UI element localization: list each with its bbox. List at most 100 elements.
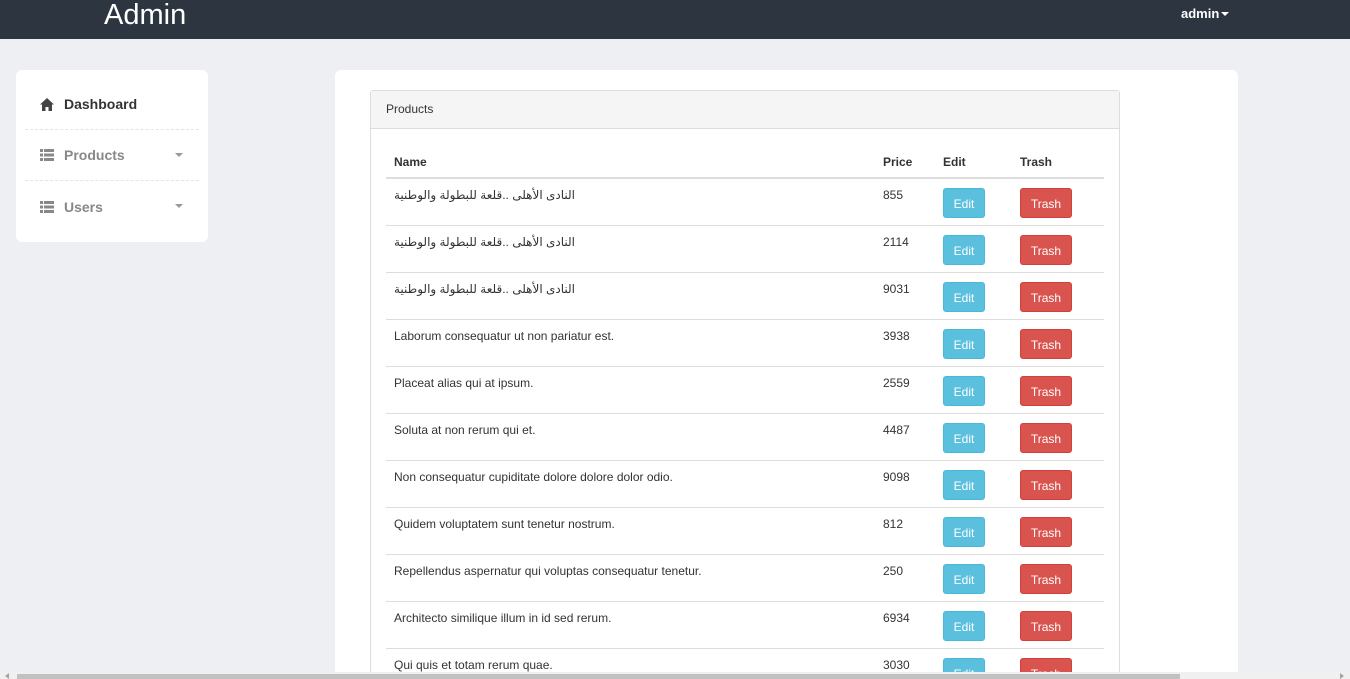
sidebar-item-label: Users: [64, 198, 103, 215]
column-header-edit: Edit: [935, 146, 1012, 179]
edit-button[interactable]: Edit: [943, 281, 985, 312]
trash-cell: Trash: [1012, 225, 1104, 273]
sidebar-item-label: Products: [64, 147, 125, 163]
product-price: 3938: [875, 319, 935, 367]
edit-button[interactable]: Edit: [943, 516, 985, 547]
chevron-down-icon: [175, 204, 183, 208]
sidebar-item-dashboard[interactable]: Dashboard: [25, 79, 199, 130]
trash-button[interactable]: Trash: [1020, 516, 1072, 547]
edit-button[interactable]: Edit: [943, 469, 985, 500]
trash-cell: Trash: [1012, 413, 1104, 461]
column-header-trash: Trash: [1012, 146, 1104, 179]
product-price: 250: [875, 554, 935, 602]
trash-cell: Trash: [1012, 554, 1104, 602]
trash-cell: Trash: [1012, 601, 1104, 649]
edit-cell: Edit: [935, 413, 1012, 461]
list-icon: [40, 148, 54, 162]
product-name: Laborum consequatur ut non pariatur est.: [386, 319, 875, 367]
scrollbar-thumb[interactable]: [17, 674, 1180, 679]
table-row: النادى الأهلى ..قلعة للبطولة والوطنية 855…: [386, 178, 1104, 226]
edit-cell: Edit: [935, 178, 1012, 226]
sidebar-item-products[interactable]: Products: [25, 130, 199, 181]
edit-button[interactable]: Edit: [943, 422, 985, 453]
trash-button[interactable]: Trash: [1020, 328, 1072, 359]
product-price: 2559: [875, 366, 935, 414]
table-row: Architecto similique illum in id sed rer…: [386, 601, 1104, 649]
column-header-name: Name: [386, 146, 875, 179]
product-name: Architecto similique illum in id sed rer…: [386, 601, 875, 649]
product-price: 812: [875, 507, 935, 555]
table-row: Quidem voluptatem sunt tenetur nostrum. 8…: [386, 507, 1104, 555]
trash-button[interactable]: Trash: [1020, 281, 1072, 312]
trash-button[interactable]: Trash: [1020, 375, 1072, 406]
panel-title: Products: [371, 91, 1119, 129]
product-price: 9031: [875, 272, 935, 320]
product-name: Quidem voluptatem sunt tenetur nostrum.: [386, 507, 875, 555]
edit-cell: Edit: [935, 460, 1012, 508]
user-menu-label: admin: [1181, 6, 1220, 21]
edit-cell: Edit: [935, 507, 1012, 555]
trash-button[interactable]: Trash: [1020, 610, 1072, 641]
edit-button[interactable]: Edit: [943, 563, 985, 594]
home-icon: [40, 97, 54, 111]
trash-button[interactable]: Trash: [1020, 469, 1072, 500]
trash-button[interactable]: Trash: [1020, 422, 1072, 453]
chevron-down-icon: [1221, 11, 1230, 16]
edit-cell: Edit: [935, 225, 1012, 273]
table-row: Placeat alias qui at ipsum. 2559 Edit Trash: [386, 366, 1104, 414]
edit-button[interactable]: Edit: [943, 188, 985, 218]
sidebar-item-users[interactable]: Users: [25, 181, 199, 232]
product-name: Non consequatur cupiditate dolore dolore…: [386, 460, 875, 508]
list-icon: [40, 200, 54, 214]
trash-cell: Trash: [1012, 507, 1104, 555]
edit-button[interactable]: Edit: [943, 234, 985, 265]
table-row: النادى الأهلى ..قلعة للبطولة والوطنية 211…: [386, 225, 1104, 273]
product-name: Repellendus aspernatur qui voluptas cons…: [386, 554, 875, 602]
trash-button[interactable]: Trash: [1020, 234, 1072, 265]
edit-cell: Edit: [935, 554, 1012, 602]
trash-cell: Trash: [1012, 178, 1104, 226]
edit-button[interactable]: Edit: [943, 375, 985, 406]
table-header-row: Name Price Edit Trash: [386, 146, 1104, 179]
product-name: النادى الأهلى ..قلعة للبطولة والوطنية: [386, 178, 875, 226]
product-price: 6934: [875, 601, 935, 649]
table-row: Repellendus aspernatur qui voluptas cons…: [386, 554, 1104, 602]
product-name: النادى الأهلى ..قلعة للبطولة والوطنية: [386, 225, 875, 273]
trash-button[interactable]: Trash: [1020, 563, 1072, 594]
table-row: Laborum consequatur ut non pariatur est.…: [386, 319, 1104, 367]
trash-cell: Trash: [1012, 460, 1104, 508]
scroll-right-arrow-icon[interactable]: [1340, 673, 1344, 679]
trash-cell: Trash: [1012, 319, 1104, 367]
products-panel: Products Name Price Edit Trash النادى ال…: [370, 90, 1120, 679]
trash-button[interactable]: Trash: [1020, 188, 1072, 218]
products-table: Name Price Edit Trash النادى الأهلى ..قل…: [386, 146, 1104, 679]
edit-button[interactable]: Edit: [943, 328, 985, 359]
table-row: Soluta at non rerum qui et. 4487 Edit Trash: [386, 413, 1104, 461]
product-name: النادى الأهلى ..قلعة للبطولة والوطنية: [386, 272, 875, 320]
edit-cell: Edit: [935, 366, 1012, 414]
edit-cell: Edit: [935, 319, 1012, 367]
product-price: 2114: [875, 225, 935, 273]
trash-cell: Trash: [1012, 366, 1104, 414]
chevron-down-icon: [175, 153, 183, 157]
main-content: Products Name Price Edit Trash النادى ال…: [335, 70, 1238, 679]
product-price: 4487: [875, 413, 935, 461]
product-name: Soluta at non rerum qui et.: [386, 413, 875, 461]
edit-cell: Edit: [935, 601, 1012, 649]
table-row: Non consequatur cupiditate dolore dolore…: [386, 460, 1104, 508]
sidebar: Dashboard Products Users: [16, 70, 208, 242]
brand-title[interactable]: Admin: [104, 0, 186, 33]
sidebar-item-label: Dashboard: [64, 96, 138, 112]
user-menu-dropdown[interactable]: admin: [1181, 6, 1230, 22]
column-header-price: Price: [875, 146, 935, 179]
horizontal-scrollbar[interactable]: [0, 672, 1350, 679]
product-name: Placeat alias qui at ipsum.: [386, 366, 875, 414]
trash-cell: Trash: [1012, 272, 1104, 320]
product-price: 9098: [875, 460, 935, 508]
edit-button[interactable]: Edit: [943, 610, 985, 641]
top-navbar: Admin admin: [0, 0, 1350, 39]
edit-cell: Edit: [935, 272, 1012, 320]
product-price: 855: [875, 178, 935, 226]
table-row: النادى الأهلى ..قلعة للبطولة والوطنية 903…: [386, 272, 1104, 320]
scroll-left-arrow-icon[interactable]: [5, 673, 9, 679]
